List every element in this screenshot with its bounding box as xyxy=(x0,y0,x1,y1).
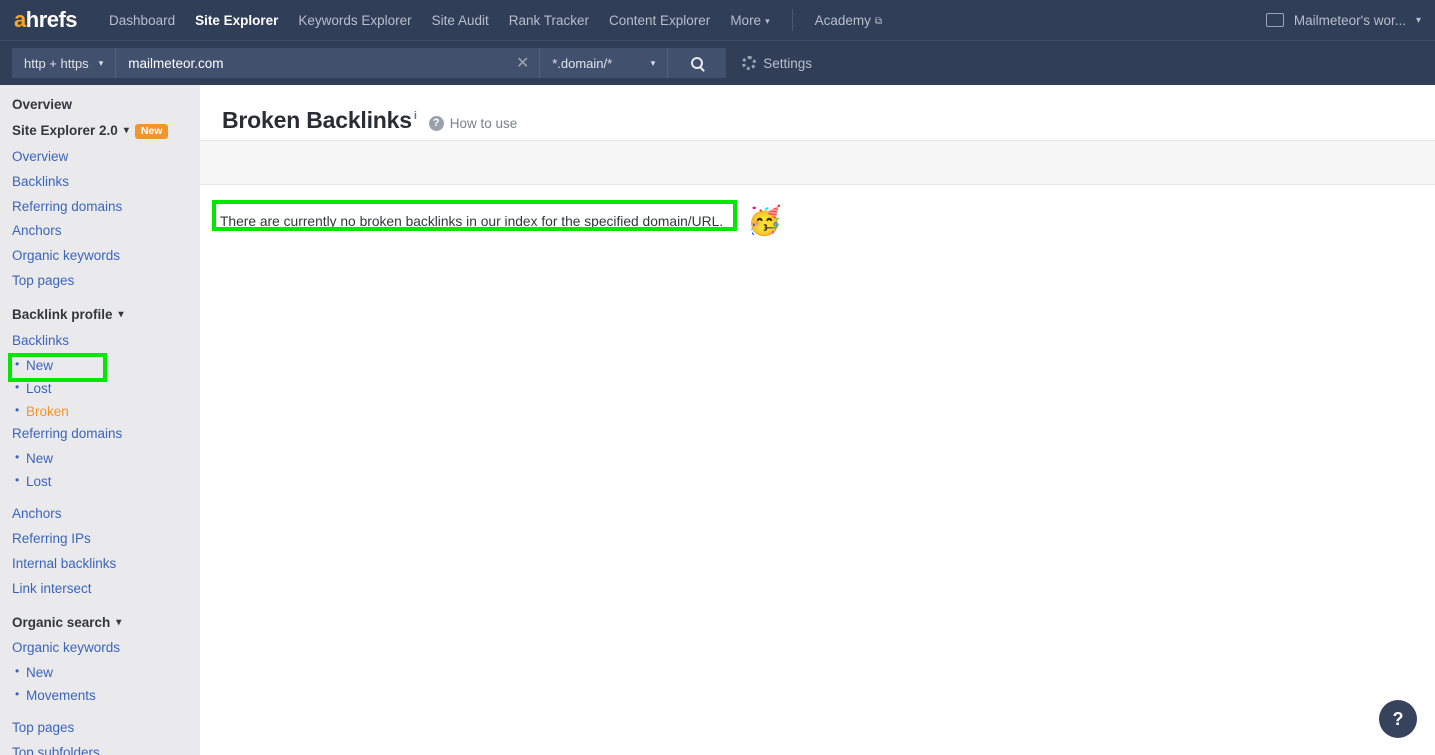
sidebar-group-backlink-profile[interactable]: Backlink profile ▾ xyxy=(12,307,200,324)
sidebar-item-organic-keywords[interactable]: Organic keywords xyxy=(12,248,200,265)
sidebar-group-label: Site Explorer 2.0 xyxy=(12,122,118,138)
chevron-down-icon: ▾ xyxy=(116,616,122,628)
settings-label: Settings xyxy=(763,55,812,71)
sidebar-item-bp-refdomains-new[interactable]: New xyxy=(15,450,200,468)
nav-item-more[interactable]: More ▾ xyxy=(720,13,779,28)
search-mode-select[interactable]: *.domain/* ▾ xyxy=(540,48,669,78)
primary-nav-links: Dashboard Site Explorer Keywords Explore… xyxy=(99,9,892,31)
page-title: Broken Backlinks i xyxy=(222,107,417,134)
search-icon xyxy=(691,57,704,69)
top-nav-right-cluster: Mailmeteor's wor... ▾ xyxy=(1265,0,1421,40)
sidebar-item-overview[interactable]: Overview xyxy=(12,149,200,166)
nav-item-academy-label: Academy xyxy=(814,12,871,28)
chevron-down-icon[interactable]: ▾ xyxy=(1416,15,1421,26)
logo-letter-a: a xyxy=(14,7,26,32)
sidebar-heading-overview: Overview xyxy=(12,97,73,112)
protocol-select-value: http + https xyxy=(24,55,89,71)
sidebar-group-organic-search[interactable]: Organic search ▾ xyxy=(12,615,200,632)
sidebar-item-bp-backlinks-lost[interactable]: Lost xyxy=(15,380,200,398)
sidebar-item-bp-backlinks-new[interactable]: New xyxy=(15,357,200,375)
nav-item-content-explorer[interactable]: Content Explorer xyxy=(599,13,720,28)
sidebar-item-top-pages[interactable]: Top pages xyxy=(12,273,200,290)
page-body: Overview Site Explorer 2.0 ▾ New Overvie… xyxy=(0,85,1435,755)
top-navigation-bar: ahrefs Dashboard Site Explorer Keywords … xyxy=(0,0,1435,40)
partying-face-emoji-icon: 🥳 xyxy=(747,205,782,236)
sidebar-group-label: Backlink profile xyxy=(12,307,113,322)
sidebar-item-bp-referring-domains[interactable]: Referring domains xyxy=(12,426,200,443)
monitor-icon[interactable] xyxy=(1265,13,1284,27)
sidebar-item-link-intersect[interactable]: Link intersect xyxy=(12,581,200,598)
sidebar-item-os-keywords-new[interactable]: New xyxy=(15,664,200,682)
nav-item-site-audit[interactable]: Site Audit xyxy=(422,13,499,28)
sidebar: Overview Site Explorer 2.0 ▾ New Overvie… xyxy=(0,85,200,755)
nav-item-rank-tracker[interactable]: Rank Tracker xyxy=(499,13,599,28)
sidebar-item-bp-refdomains-lost[interactable]: Lost xyxy=(15,473,200,491)
new-badge: New xyxy=(134,123,169,140)
gear-icon xyxy=(742,56,757,70)
search-mode-value: *.domain/* xyxy=(552,55,613,71)
search-box: http + https ▾ ✕ *.domain/* ▾ xyxy=(12,48,727,78)
settings-button[interactable]: Settings xyxy=(742,56,812,71)
how-to-use-link[interactable]: ? How to use xyxy=(428,116,518,131)
sidebar-group-site-explorer-2[interactable]: Site Explorer 2.0 ▾ New xyxy=(12,123,200,140)
empty-state: There are currently no broken backlinks … xyxy=(212,207,1435,235)
account-workspace-label[interactable]: Mailmeteor's wor... xyxy=(1294,13,1406,28)
sidebar-item-bp-backlinks-broken[interactable]: Broken xyxy=(15,403,200,421)
sidebar-group-label: Organic search xyxy=(12,614,111,630)
empty-state-message: There are currently no broken backlinks … xyxy=(220,213,724,229)
info-superscript: i xyxy=(413,110,417,123)
main-content: Broken Backlinks i ? How to use There are… xyxy=(200,85,1435,755)
sidebar-item-os-organic-keywords[interactable]: Organic keywords xyxy=(12,640,200,657)
sidebar-item-os-keywords-movements[interactable]: Movements xyxy=(15,687,200,705)
nav-item-more-label: More xyxy=(730,12,762,28)
page-header: Broken Backlinks i ? How to use xyxy=(200,85,1435,140)
nav-item-keywords-explorer[interactable]: Keywords Explorer xyxy=(288,13,421,28)
filters-toolbar xyxy=(200,140,1435,185)
ahrefs-logo[interactable]: ahrefs xyxy=(14,7,78,32)
clear-search-icon[interactable]: ✕ xyxy=(506,48,541,78)
help-floating-button[interactable]: ? xyxy=(1379,700,1417,738)
how-to-use-label: How to use xyxy=(449,116,518,131)
nav-item-academy[interactable]: Academy ⧉ xyxy=(805,13,892,28)
chevron-down-icon: ▾ xyxy=(765,15,770,26)
help-circle-icon: ? xyxy=(428,116,444,131)
sidebar-item-anchors[interactable]: Anchors xyxy=(12,223,200,240)
external-link-icon: ⧉ xyxy=(874,15,883,27)
sidebar-item-internal-backlinks[interactable]: Internal backlinks xyxy=(12,556,200,573)
search-button[interactable] xyxy=(668,48,727,78)
sidebar-item-bp-backlinks[interactable]: Backlinks xyxy=(12,333,200,350)
logo-text: hrefs xyxy=(25,7,78,32)
protocol-select[interactable]: http + https ▾ xyxy=(12,48,117,78)
sidebar-item-top-subfolders[interactable]: Top subfolders xyxy=(12,745,200,755)
sidebar-item-referring-domains[interactable]: Referring domains xyxy=(12,199,200,216)
sidebar-item-referring-ips[interactable]: Referring IPs xyxy=(12,531,200,548)
chevron-down-icon: ▾ xyxy=(123,125,129,137)
page-title-text: Broken Backlinks xyxy=(222,107,412,133)
search-toolbar: http + https ▾ ✕ *.domain/* ▾ Settings xyxy=(0,40,1435,85)
sidebar-item-os-top-pages[interactable]: Top pages xyxy=(12,720,200,737)
sidebar-item-bp-anchors[interactable]: Anchors xyxy=(12,506,200,523)
chevron-down-icon: ▾ xyxy=(98,57,104,68)
sidebar-item-backlinks[interactable]: Backlinks xyxy=(12,174,200,191)
nav-divider xyxy=(791,9,793,31)
nav-item-site-explorer[interactable]: Site Explorer xyxy=(185,13,288,28)
chevron-down-icon: ▾ xyxy=(118,309,124,321)
nav-item-dashboard[interactable]: Dashboard xyxy=(99,13,185,28)
chevron-down-icon: ▾ xyxy=(650,57,656,68)
search-input[interactable] xyxy=(116,48,507,78)
